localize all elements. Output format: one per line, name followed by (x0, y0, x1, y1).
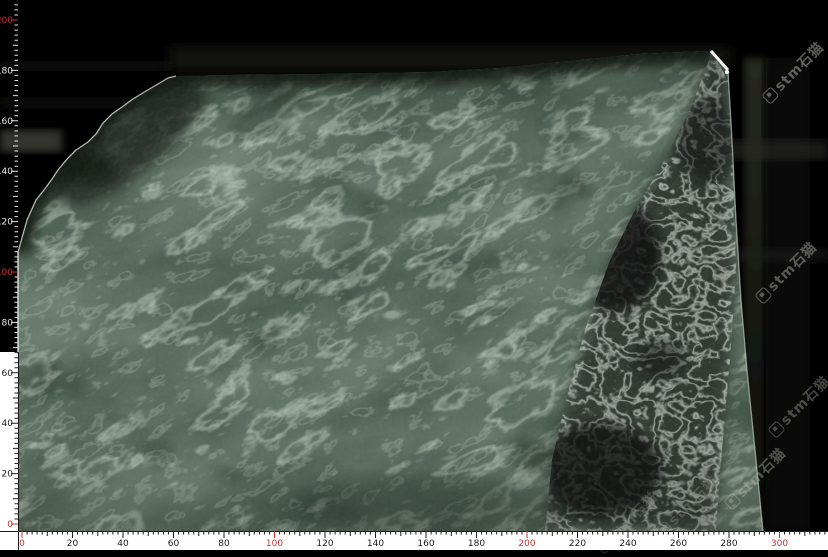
slab-image (0, 0, 828, 550)
slab-corner-chip-dot (725, 70, 729, 74)
scan-viewport: stm石猫stm石猫stm石猫stm石猫stm石猫stm石猫 020406080… (0, 0, 828, 550)
